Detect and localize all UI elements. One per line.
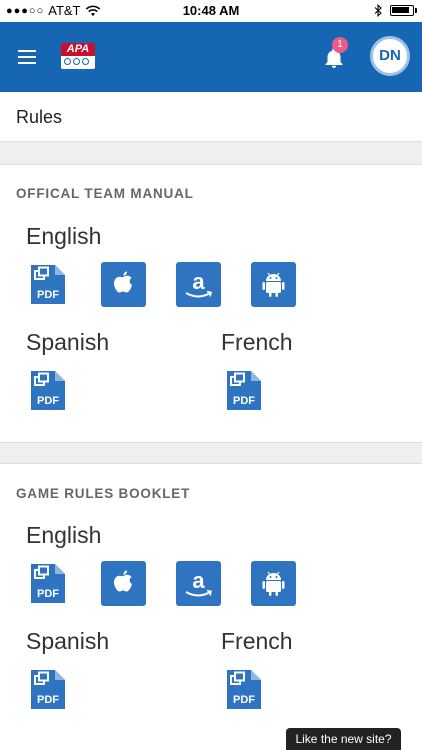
language-label-french: French bbox=[221, 329, 293, 355]
language-label-english: English bbox=[26, 223, 102, 249]
pdf-icon-text: PDF bbox=[37, 694, 59, 706]
language-label-spanish: Spanish bbox=[26, 329, 110, 355]
pdf-download-button[interactable]: PDF bbox=[25, 561, 70, 606]
battery-icon bbox=[390, 5, 417, 16]
svg-text:a: a bbox=[192, 568, 205, 593]
pdf-icon: PDF bbox=[227, 670, 261, 709]
pdf-icon: PDF bbox=[227, 371, 261, 410]
amazon-icon: a bbox=[176, 561, 221, 606]
language-label-spanish: Spanish bbox=[26, 628, 110, 654]
page-title: Rules bbox=[16, 107, 63, 127]
apple-books-button[interactable] bbox=[101, 561, 146, 606]
android-app-button[interactable] bbox=[251, 262, 296, 307]
svg-text:a: a bbox=[192, 269, 205, 294]
pdf-icon: PDF bbox=[31, 371, 65, 410]
page-title-bar: Rules bbox=[0, 92, 422, 142]
language-label-english: English bbox=[26, 522, 102, 548]
apple-books-button[interactable] bbox=[101, 262, 146, 307]
pdf-icon: PDF bbox=[31, 265, 65, 304]
apa-logo[interactable]: APA bbox=[61, 43, 95, 69]
pdf-icon-text: PDF bbox=[37, 289, 59, 301]
pdf-icon-text: PDF bbox=[37, 588, 59, 600]
menu-icon[interactable] bbox=[18, 50, 36, 64]
pdf-icon-text: PDF bbox=[37, 395, 59, 407]
android-icon bbox=[251, 262, 296, 307]
amazon-icon: a bbox=[176, 262, 221, 307]
section-team-manual: OFFICAL TEAM MANUAL English PDF a Spanis… bbox=[0, 164, 422, 443]
pdf-icon: PDF bbox=[31, 670, 65, 709]
user-avatar[interactable]: DN bbox=[370, 36, 410, 76]
app-bar: APA 1 DN bbox=[0, 22, 422, 92]
section-heading: GAME RULES BOOKLET bbox=[16, 486, 191, 501]
logo-balls-icon bbox=[64, 58, 89, 65]
pdf-download-button[interactable]: PDF bbox=[221, 368, 266, 413]
status-right bbox=[374, 4, 417, 17]
pdf-icon-text: PDF bbox=[233, 395, 255, 407]
pdf-download-button[interactable]: PDF bbox=[25, 368, 70, 413]
amazon-kindle-button[interactable]: a bbox=[176, 561, 221, 606]
amazon-kindle-button[interactable]: a bbox=[176, 262, 221, 307]
notification-badge: 1 bbox=[332, 37, 348, 53]
feedback-toast[interactable]: Like the new site? bbox=[286, 728, 401, 750]
apple-icon bbox=[101, 262, 146, 307]
pdf-icon: PDF bbox=[31, 564, 65, 603]
android-app-button[interactable] bbox=[251, 561, 296, 606]
pdf-icon-text: PDF bbox=[233, 694, 255, 706]
language-label-french: French bbox=[221, 628, 293, 654]
status-bar: ●●●○○ AT&T 10:48 AM bbox=[0, 0, 422, 22]
pdf-download-button[interactable]: PDF bbox=[25, 667, 70, 712]
status-time: 10:48 AM bbox=[182, 3, 240, 18]
android-icon bbox=[251, 561, 296, 606]
section-heading: OFFICAL TEAM MANUAL bbox=[16, 186, 194, 201]
logo-text: APA bbox=[61, 43, 95, 56]
pdf-download-button[interactable]: PDF bbox=[25, 262, 70, 307]
apple-icon bbox=[101, 561, 146, 606]
bluetooth-icon bbox=[374, 4, 382, 17]
section-game-rules-booklet: GAME RULES BOOKLET English PDF a Spanish… bbox=[0, 463, 422, 750]
pdf-download-button[interactable]: PDF bbox=[221, 667, 266, 712]
